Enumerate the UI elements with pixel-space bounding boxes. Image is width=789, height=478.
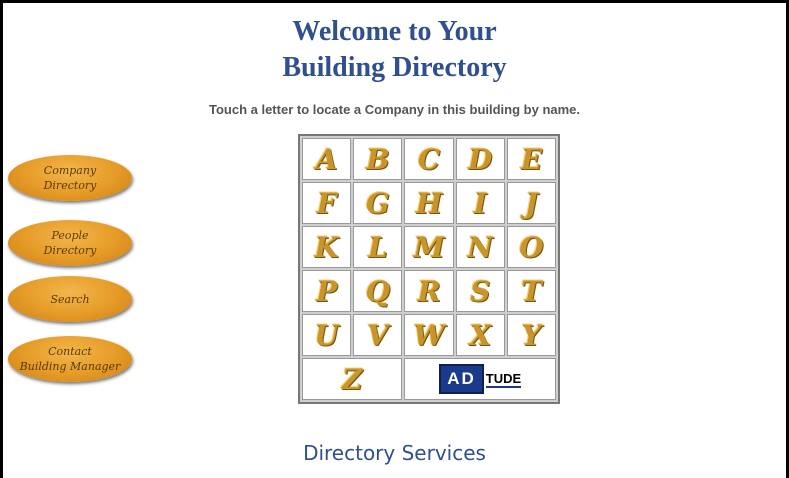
- company-directory-label-1: Company: [43, 164, 97, 177]
- adtude-logo: AD TUDE: [439, 364, 522, 394]
- letter-n-button[interactable]: N: [455, 226, 505, 268]
- people-directory-label-1: People: [51, 229, 89, 242]
- letter-d-button[interactable]: D: [455, 138, 505, 180]
- people-directory-button[interactable]: People Directory: [8, 220, 132, 266]
- letter-f-button[interactable]: F: [302, 182, 352, 224]
- contact-building-manager-button[interactable]: Contact Building Manager: [8, 336, 132, 382]
- people-directory-label-2: Directory: [43, 244, 97, 257]
- contact-label-1: Contact: [48, 345, 92, 358]
- letter-grid: A B C D E F G H I J K L M N O P Q R S T …: [298, 134, 560, 404]
- letter-r-button[interactable]: R: [404, 270, 454, 312]
- letter-m-button[interactable]: M: [404, 226, 454, 268]
- letter-o-button[interactable]: O: [506, 226, 556, 268]
- letter-v-button[interactable]: V: [353, 314, 403, 356]
- contact-label-2: Building Manager: [19, 360, 121, 373]
- letter-t-button[interactable]: T: [506, 270, 556, 312]
- logo-ad: AD: [439, 364, 484, 394]
- letter-p-button[interactable]: P: [302, 270, 352, 312]
- directory-services-footer: Directory Services: [303, 441, 486, 465]
- letter-e-button[interactable]: E: [506, 138, 556, 180]
- letter-q-button[interactable]: Q: [353, 270, 403, 312]
- title-line-2: Building Directory: [282, 52, 507, 83]
- page-title: Welcome to Your Building Directory: [0, 14, 789, 86]
- letter-h-button[interactable]: H: [404, 182, 454, 224]
- letter-y-button[interactable]: Y: [506, 314, 556, 356]
- letter-u-button[interactable]: U: [302, 314, 352, 356]
- letter-z-button[interactable]: Z: [302, 358, 403, 400]
- letter-b-button[interactable]: B: [353, 138, 403, 180]
- letter-w-button[interactable]: W: [404, 314, 454, 356]
- letter-l-button[interactable]: L: [353, 226, 403, 268]
- letter-c-button[interactable]: C: [404, 138, 454, 180]
- logo-tude: TUDE: [485, 370, 522, 388]
- company-directory-label-2: Directory: [43, 179, 97, 192]
- letter-k-button[interactable]: K: [302, 226, 352, 268]
- adtude-logo-cell: AD TUDE: [404, 358, 556, 400]
- company-directory-button[interactable]: Company Directory: [8, 155, 132, 201]
- letter-x-button[interactable]: X: [455, 314, 505, 356]
- search-label: Search: [50, 292, 90, 306]
- search-button[interactable]: Search: [8, 276, 132, 322]
- letter-g-button[interactable]: G: [353, 182, 403, 224]
- letter-j-button[interactable]: J: [506, 182, 556, 224]
- letter-a-button[interactable]: A: [302, 138, 352, 180]
- title-line-1: Welcome to Your: [292, 16, 497, 47]
- letter-s-button[interactable]: S: [455, 270, 505, 312]
- letter-i-button[interactable]: I: [455, 182, 505, 224]
- instruction-text: Touch a letter to locate a Company in th…: [208, 102, 581, 117]
